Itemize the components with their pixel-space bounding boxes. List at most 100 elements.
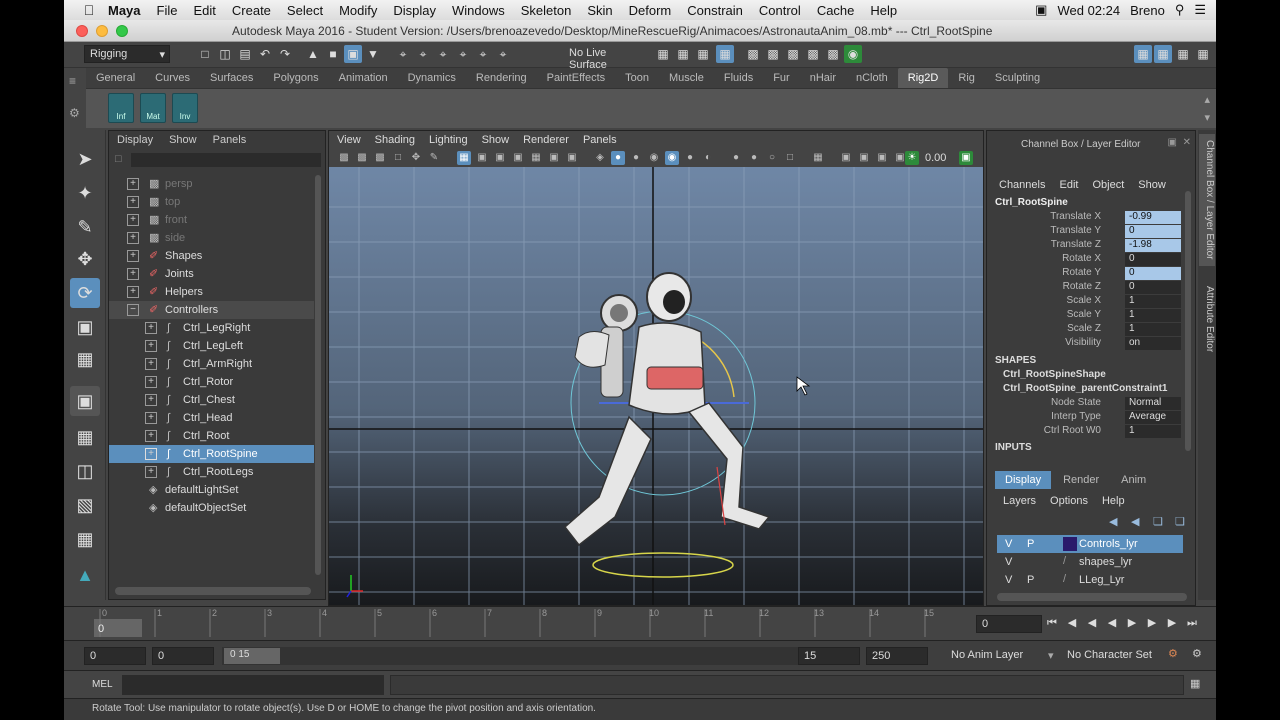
- channel-value[interactable]: 1: [1125, 295, 1181, 308]
- shelf-tab-fur[interactable]: Fur: [763, 68, 800, 88]
- render-settings-icon[interactable]: ▩: [784, 45, 802, 63]
- smooth-shade-icon[interactable]: ●: [611, 151, 625, 165]
- expand-icon[interactable]: +: [145, 466, 157, 478]
- output-ops-icon[interactable]: ▦: [694, 45, 712, 63]
- bookmarks-icon[interactable]: ▩: [373, 151, 387, 165]
- channel-rotate-z[interactable]: Rotate Z 0: [987, 281, 1187, 295]
- range-bar-handle[interactable]: 0 15: [224, 648, 280, 664]
- viewport-menu-renderer[interactable]: Renderer: [523, 134, 569, 146]
- layer-name[interactable]: Controls_lyr: [1079, 538, 1138, 550]
- render-globals-icon[interactable]: ◉: [844, 45, 862, 63]
- shelf-tab-painteffects[interactable]: PaintEffects: [537, 68, 616, 88]
- layer-tab-anim[interactable]: Anim: [1111, 471, 1156, 489]
- outliner-menu-panels[interactable]: Panels: [213, 134, 247, 146]
- scale-tool-icon[interactable]: ▣: [70, 312, 100, 342]
- shelf-tab-polygons[interactable]: Polygons: [263, 68, 328, 88]
- layer-row-shapes[interactable]: V / shapes_lyr: [997, 553, 1183, 571]
- menu-display[interactable]: Display: [385, 3, 444, 18]
- menu-help[interactable]: Help: [862, 3, 905, 18]
- redo-icon[interactable]: ↷: [276, 45, 294, 63]
- depth-of-field-icon[interactable]: □: [783, 151, 797, 165]
- shelf-button-inf[interactable]: Inf: [108, 93, 134, 123]
- outliner-horizontal-scrollbar[interactable]: [115, 587, 311, 595]
- field-chart-icon[interactable]: ▦: [529, 151, 543, 165]
- channel-box-menu-object[interactable]: Object: [1092, 179, 1124, 191]
- outliner-menu-display[interactable]: Display: [117, 134, 153, 146]
- two-view-layout-icon[interactable]: ◫: [70, 456, 100, 486]
- layer-menu-options[interactable]: Options: [1050, 495, 1088, 507]
- layer-menu-layers[interactable]: Layers: [1003, 495, 1036, 507]
- channel-box-menu-channels[interactable]: Channels: [999, 179, 1045, 191]
- expand-icon[interactable]: +: [145, 430, 157, 442]
- zoom-window-button[interactable]: [116, 25, 128, 37]
- expand-icon[interactable]: +: [127, 178, 139, 190]
- shape-node-item[interactable]: Ctrl_RootSpineShape: [1003, 369, 1106, 380]
- current-frame-field[interactable]: 0: [976, 615, 1042, 633]
- auto-key-icon[interactable]: ⚙: [1168, 647, 1178, 660]
- layer-color-swatch[interactable]: /: [1063, 555, 1066, 567]
- viewport-scene[interactable]: [329, 167, 983, 605]
- safe-title-icon[interactable]: ▣: [565, 151, 579, 165]
- side-tab-channel-box[interactable]: Channel Box / Layer Editor: [1199, 134, 1215, 266]
- layer-playback-toggle[interactable]: P: [1027, 574, 1034, 586]
- hypershade-icon[interactable]: ▩: [804, 45, 822, 63]
- four-view-layout-icon[interactable]: ▦: [70, 422, 100, 452]
- move-tool-icon[interactable]: ✥: [70, 244, 100, 274]
- expand-icon[interactable]: +: [145, 394, 157, 406]
- gamma-icon[interactable]: ▣: [959, 151, 973, 165]
- channel-scale-x[interactable]: Scale X 1: [987, 295, 1187, 309]
- close-panel-icon[interactable]: ✕: [1183, 137, 1191, 148]
- render-frame-icon[interactable]: ▩: [744, 45, 762, 63]
- expand-icon[interactable]: +: [127, 196, 139, 208]
- menu-skin[interactable]: Skin: [579, 3, 620, 18]
- default-lighting-icon[interactable]: ●: [683, 151, 697, 165]
- shelf-gear-icon[interactable]: ⚙: [69, 106, 80, 120]
- grid-toggle-icon[interactable]: ▦: [457, 151, 471, 165]
- persp-outliner-layout-icon[interactable]: ▧: [70, 490, 100, 520]
- outliner-item-ctrl-rootspine[interactable]: + ∫ Ctrl_RootSpine: [109, 445, 314, 463]
- exposure-icon[interactable]: ☀: [905, 151, 919, 165]
- expand-icon[interactable]: +: [145, 376, 157, 388]
- camera-attributes-icon[interactable]: ▩: [355, 151, 369, 165]
- animation-start-field[interactable]: 0: [84, 647, 146, 665]
- play-backwards-icon[interactable]: ◀: [1104, 615, 1120, 631]
- shelf-button-inv[interactable]: Inv: [172, 93, 198, 123]
- input-ops-icon[interactable]: ▦: [674, 45, 692, 63]
- safe-action-icon[interactable]: ▣: [547, 151, 561, 165]
- shadows-icon[interactable]: ◐: [701, 151, 715, 165]
- clock[interactable]: Wed 02:24: [1057, 3, 1120, 18]
- gate-mask-icon[interactable]: ▣: [511, 151, 525, 165]
- command-input[interactable]: [122, 675, 384, 695]
- close-window-button[interactable]: [76, 25, 88, 37]
- outliner-item-side[interactable]: + ▩ side: [109, 229, 314, 247]
- menu-file[interactable]: File: [149, 3, 186, 18]
- select-component-icon[interactable]: ▣: [344, 45, 362, 63]
- channel-value[interactable]: 0: [1125, 225, 1181, 238]
- astronaut-character[interactable]: [563, 272, 771, 547]
- viewport-menu-shading[interactable]: Shading: [375, 134, 415, 146]
- rotate-tool-icon[interactable]: ⟳: [70, 278, 100, 308]
- constraint-node-state[interactable]: Node State Normal: [987, 397, 1187, 411]
- move-layer-down-icon[interactable]: ◀: [1131, 515, 1139, 528]
- outliner-item-ctrl-legright[interactable]: + ∫ Ctrl_LegRight: [109, 319, 314, 337]
- open-scene-icon[interactable]: ◫: [216, 45, 234, 63]
- film-gate-icon[interactable]: ▣: [475, 151, 489, 165]
- render-view-icon[interactable]: ▩: [824, 45, 842, 63]
- shelf-tab-fluids[interactable]: Fluids: [714, 68, 763, 88]
- step-back-frame-icon[interactable]: ◀: [1064, 615, 1080, 631]
- outliner-search-input[interactable]: [131, 153, 321, 167]
- shelf-tab-curves[interactable]: Curves: [145, 68, 200, 88]
- outliner-filter-icon[interactable]: □: [115, 153, 122, 165]
- script-editor-icon[interactable]: ▦: [1190, 677, 1200, 690]
- channel-scale-z[interactable]: Scale Z 1: [987, 323, 1187, 337]
- outliner-item-ctrl-rotor[interactable]: + ∫ Ctrl_Rotor: [109, 373, 314, 391]
- layer-visibility-toggle[interactable]: V: [1005, 574, 1012, 586]
- layer-name[interactable]: shapes_lyr: [1079, 556, 1132, 568]
- last-tool-icon[interactable]: ▦: [70, 344, 100, 374]
- channel-value[interactable]: 1: [1125, 309, 1181, 322]
- layer-row-controls[interactable]: V P Controls_lyr: [997, 535, 1183, 553]
- apple-icon[interactable]: : [78, 2, 100, 18]
- outliner-item-ctrl-root[interactable]: + ∫ Ctrl_Root: [109, 427, 314, 445]
- channel-value[interactable]: 0: [1125, 253, 1181, 266]
- outliner-item-top[interactable]: + ▩ top: [109, 193, 314, 211]
